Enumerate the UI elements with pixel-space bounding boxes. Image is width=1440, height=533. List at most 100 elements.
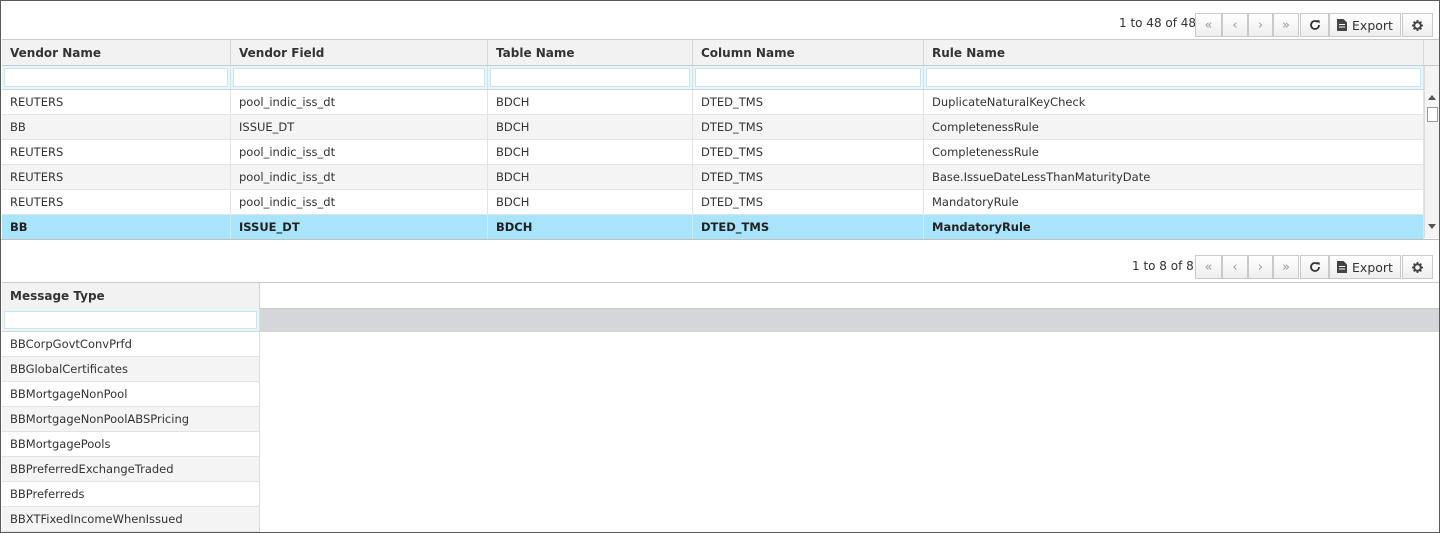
document-icon — [1337, 261, 1348, 273]
cell-rule-name: MandatoryRule — [924, 190, 1424, 214]
table-row[interactable]: BBGlobalCertificates — [2, 357, 260, 382]
cell-rule-name: CompletenessRule — [924, 115, 1424, 139]
top-last-page-button[interactable]: » — [1273, 13, 1299, 37]
top-first-page-button[interactable]: « — [1195, 13, 1222, 37]
double-chevron-left-icon: « — [1204, 17, 1213, 33]
filter-vendor-field[interactable] — [231, 66, 488, 89]
cell-vendor-field: pool_indic_iss_dt — [231, 90, 488, 114]
table-row[interactable]: BBCorpGovtConvPrfd — [2, 332, 260, 357]
bottom-next-page-button[interactable]: › — [1248, 255, 1273, 279]
filter-message-type[interactable] — [2, 309, 260, 331]
cell-message-type: BBGlobalCertificates — [10, 362, 128, 376]
cell-message-type: BBMortgagePools — [10, 437, 111, 451]
cell-rule-name: Base.IssueDateLessThanMaturityDate — [924, 165, 1424, 189]
top-export-label: Export — [1352, 17, 1393, 33]
table-row[interactable]: BBPreferreds — [2, 482, 260, 507]
document-icon — [1337, 19, 1348, 31]
filter-table-name[interactable] — [488, 66, 693, 89]
cell-message-type: BBCorpGovtConvPrfd — [10, 337, 132, 351]
refresh-icon — [1309, 20, 1320, 30]
top-prev-page-button[interactable]: ‹ — [1222, 13, 1248, 37]
cell-rule-name: DuplicateNaturalKeyCheck — [924, 90, 1424, 114]
filter-column-name[interactable] — [693, 66, 924, 89]
top-grid-toolbar: 1 to 48 of 48 « ‹ › » Export — [1, 1, 1439, 38]
cell-vendor-field: pool_indic_iss_dt — [231, 140, 488, 164]
cell-vendor-name: REUTERS — [2, 165, 231, 189]
cell-table-name: BDCH — [488, 115, 693, 139]
double-chevron-right-icon: » — [1282, 17, 1290, 33]
bottom-filter-row — [2, 309, 1439, 332]
table-row[interactable]: BBXTFixedIncomeWhenIssued — [2, 507, 260, 532]
table-row[interactable]: REUTERS pool_indic_iss_dt BDCH DTED_TMS Dupl… — [2, 90, 1424, 115]
bottom-refresh-button[interactable] — [1300, 255, 1329, 279]
top-grid-scrollbar[interactable] — [1424, 66, 1439, 238]
top-next-page-button[interactable]: › — [1248, 13, 1273, 37]
cell-message-type: BBXTFixedIncomeWhenIssued — [10, 512, 183, 526]
top-settings-button[interactable] — [1402, 13, 1433, 37]
table-row[interactable]: BBPreferredExchangeTraded — [2, 457, 260, 482]
cell-message-type: BBPreferreds — [10, 487, 85, 501]
column-header-rule-name[interactable]: Rule Name — [924, 40, 1424, 66]
bottom-settings-button[interactable] — [1402, 255, 1433, 279]
scroll-down-arrow-icon[interactable] — [1428, 224, 1436, 229]
bottom-export-label: Export — [1352, 259, 1393, 275]
top-export-button[interactable]: Export — [1329, 13, 1401, 37]
table-row[interactable]: BBMortgagePools — [2, 432, 260, 457]
cell-column-name: DTED_TMS — [693, 115, 924, 139]
cell-vendor-field: ISSUE_DT — [231, 115, 488, 139]
cell-vendor-name: BB — [2, 115, 231, 139]
cell-table-name: BDCH — [488, 165, 693, 189]
top-grid-header: Vendor Name Vendor Field Table Name Colu… — [2, 39, 1439, 66]
cell-vendor-field: pool_indic_iss_dt — [231, 190, 488, 214]
bottom-export-button[interactable]: Export — [1329, 255, 1401, 279]
double-chevron-right-icon: » — [1282, 259, 1290, 275]
app-frame: 1 to 48 of 48 « ‹ › » Export Vendor Name… — [0, 0, 1440, 533]
cell-column-name: DTED_TMS — [693, 165, 924, 189]
table-row[interactable]: BB ISSUE_DT BDCH DTED_TMS CompletenessRule — [2, 115, 1424, 140]
table-row[interactable]: BB ISSUE_DT BDCH DTED_TMS MandatoryRule — [2, 215, 1424, 240]
gear-icon — [1412, 261, 1423, 273]
cell-message-type: BBMortgageNonPool — [10, 387, 128, 401]
table-row[interactable]: REUTERS pool_indic_iss_dt BDCH DTED_TMS Base… — [2, 165, 1424, 190]
gear-icon — [1412, 19, 1423, 31]
cell-rule-name: MandatoryRule — [924, 215, 1424, 239]
cell-table-name: BDCH — [488, 140, 693, 164]
bottom-last-page-button[interactable]: » — [1273, 255, 1299, 279]
top-refresh-button[interactable] — [1300, 13, 1329, 37]
bottom-pagination-text: 1 to 8 of 8 — [1132, 259, 1194, 273]
chevron-right-icon: › — [1257, 17, 1264, 33]
column-header-message-type[interactable]: Message Type — [2, 283, 260, 309]
cell-vendor-field: pool_indic_iss_dt — [231, 165, 488, 189]
filter-rule-name[interactable] — [924, 66, 1424, 89]
bottom-grid-toolbar: 1 to 8 of 8 « ‹ › » Export — [1, 242, 1439, 279]
cell-message-type: BBPreferredExchangeTraded — [10, 462, 174, 476]
cell-table-name: BDCH — [488, 215, 693, 239]
column-header-table-name[interactable]: Table Name — [488, 40, 693, 66]
cell-column-name: DTED_TMS — [693, 215, 924, 239]
chevron-right-icon: › — [1257, 259, 1264, 275]
chevron-left-icon: ‹ — [1232, 17, 1238, 33]
cell-message-type: BBMortgageNonPoolABSPricing — [10, 412, 190, 426]
table-row[interactable]: REUTERS pool_indic_iss_dt BDCH DTED_TMS Mand… — [2, 190, 1424, 215]
cell-vendor-name: REUTERS — [2, 140, 231, 164]
cell-vendor-field: ISSUE_DT — [231, 215, 488, 239]
filter-vendor-name[interactable] — [2, 66, 231, 89]
table-row[interactable]: BBMortgageNonPool — [2, 382, 260, 407]
scroll-up-arrow-icon[interactable] — [1428, 95, 1436, 100]
column-header-vendor-name[interactable]: Vendor Name — [2, 40, 231, 66]
top-filter-row — [2, 66, 1424, 90]
table-row[interactable]: REUTERS pool_indic_iss_dt BDCH DTED_TMS Comp… — [2, 140, 1424, 165]
bottom-prev-page-button[interactable]: ‹ — [1222, 255, 1248, 279]
grid-divider — [1, 239, 1439, 240]
cell-column-name: DTED_TMS — [693, 90, 924, 114]
bottom-first-page-button[interactable]: « — [1195, 255, 1222, 279]
cell-column-name: DTED_TMS — [693, 140, 924, 164]
column-header-vendor-field[interactable]: Vendor Field — [231, 40, 488, 66]
cell-table-name: BDCH — [488, 190, 693, 214]
scroll-thumb[interactable] — [1427, 107, 1438, 122]
cell-column-name: DTED_TMS — [693, 190, 924, 214]
double-chevron-left-icon: « — [1204, 259, 1213, 275]
cell-vendor-name: REUTERS — [2, 90, 231, 114]
table-row[interactable]: BBMortgageNonPoolABSPricing — [2, 407, 260, 432]
column-header-column-name[interactable]: Column Name — [693, 40, 924, 66]
